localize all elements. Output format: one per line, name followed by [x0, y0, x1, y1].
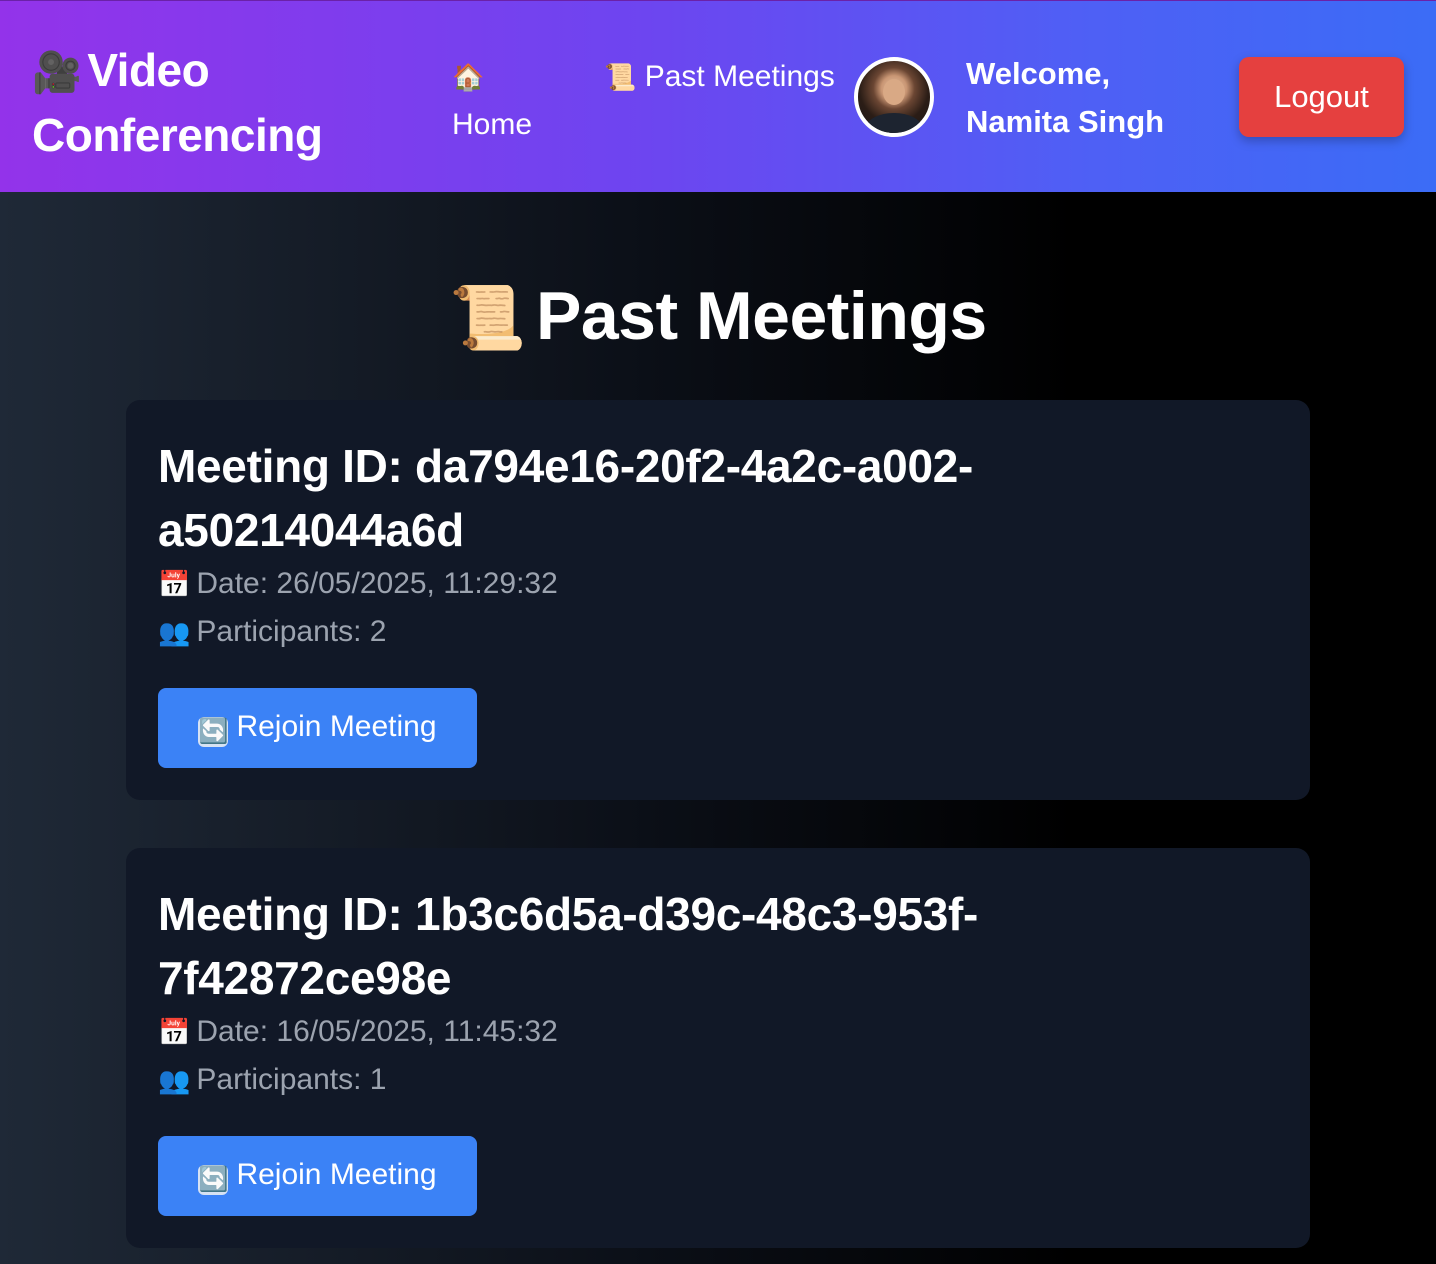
house-icon: 🏠 [452, 62, 485, 92]
welcome-text: Welcome, Namita Singh [966, 56, 1165, 139]
calendar-icon: 📅 [158, 569, 191, 599]
meeting-card: Meeting ID: da794e16-20f2-4a2c-a002-a502… [126, 400, 1310, 800]
meeting-date-text: Date: 26/05/2025, 11:29:32 [196, 567, 558, 600]
user-avatar[interactable] [854, 57, 934, 137]
top-navbar: 🎥 Video Conferencing 🏠 Home 📜 Past Meetin… [0, 0, 1436, 192]
nav-past-meetings-link[interactable]: 📜 Past Meetings [604, 53, 835, 101]
calendar-icon: 📅 [158, 1017, 191, 1047]
avatar-shoulders [866, 113, 922, 133]
meeting-participants: 👥 Participants: 1 [158, 1060, 386, 1100]
logout-button[interactable]: Logout [1239, 57, 1404, 137]
meeting-id: Meeting ID: da794e16-20f2-4a2c-a002-a502… [158, 440, 974, 556]
meeting-date-text: Date: 16/05/2025, 11:45:32 [196, 1015, 558, 1048]
page-title: 📜 Past Meetings [0, 272, 1436, 363]
rejoin-meeting-button[interactable]: 🔄 Rejoin Meeting [158, 1136, 477, 1216]
rejoin-label: Rejoin Meeting [236, 709, 437, 743]
avatar-face [883, 79, 905, 105]
scroll-icon: 📜 [604, 62, 637, 92]
rejoin-meeting-button[interactable]: 🔄 Rejoin Meeting [158, 688, 477, 768]
meeting-id: Meeting ID: 1b3c6d5a-d39c-48c3-953f-7f42… [158, 888, 979, 1004]
meeting-card: Meeting ID: 1b3c6d5a-d39c-48c3-953f-7f42… [126, 848, 1310, 1248]
refresh-icon: 🔄 [198, 716, 229, 747]
meeting-participants-text: Participants: 2 [196, 615, 387, 648]
people-icon: 👥 [158, 1065, 191, 1095]
scroll-icon: 📜 [449, 284, 526, 353]
nav-home-link[interactable]: 🏠 Home [452, 53, 532, 149]
meeting-participants-text: Participants: 1 [196, 1063, 387, 1096]
rejoin-label: Rejoin Meeting [236, 1157, 437, 1191]
refresh-icon: 🔄 [198, 1164, 229, 1195]
app-brand[interactable]: 🎥 Video Conferencing [32, 39, 372, 166]
meeting-date: 📅 Date: 26/05/2025, 11:29:32 [158, 564, 558, 604]
page-title-text: Past Meetings [535, 278, 987, 354]
nav-home-label: Home [452, 108, 533, 141]
nav-past-meetings-label: Past Meetings [644, 60, 835, 93]
people-icon: 👥 [158, 617, 191, 647]
meeting-date: 📅 Date: 16/05/2025, 11:45:32 [158, 1012, 558, 1052]
video-camera-icon: 🎥 [32, 51, 82, 95]
meeting-participants: 👥 Participants: 2 [158, 612, 386, 652]
